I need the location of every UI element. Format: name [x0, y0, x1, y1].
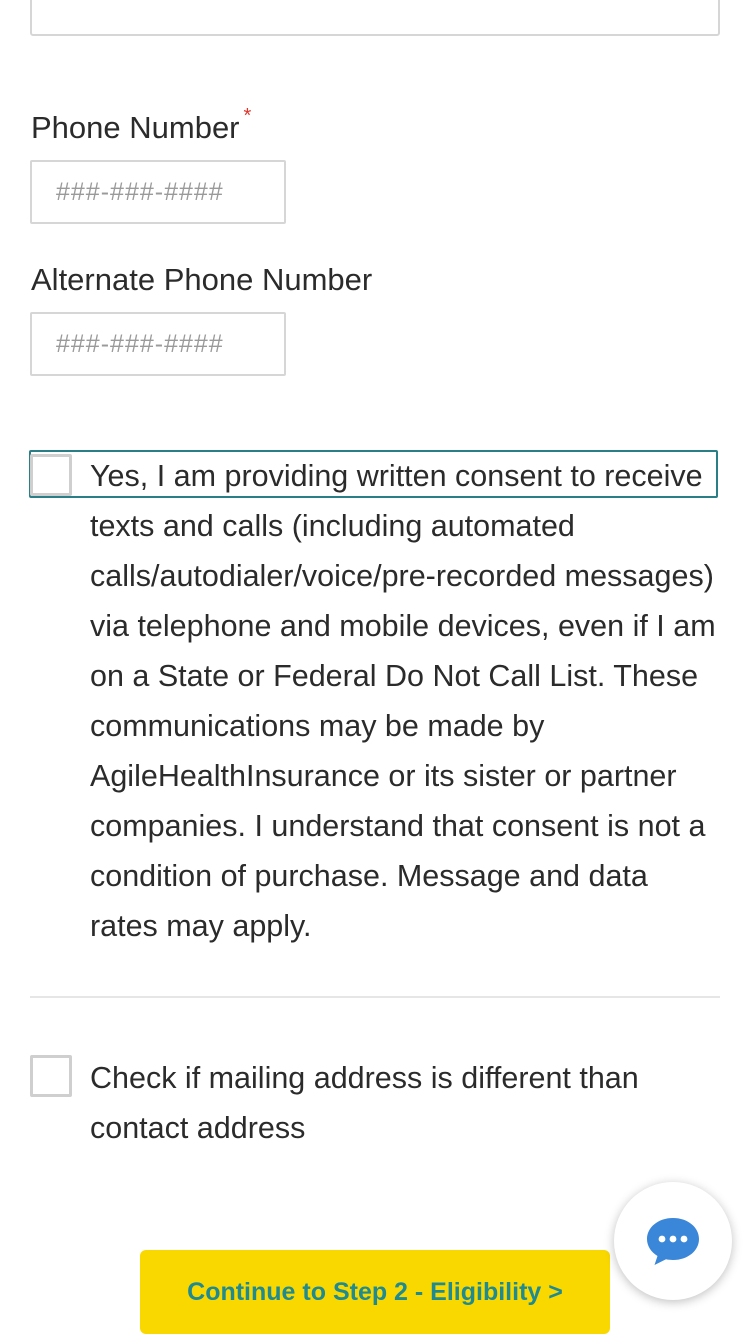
- mailing-address-label: Check if mailing address is different th…: [90, 1061, 639, 1145]
- previous-field-input[interactable]: [30, 0, 720, 36]
- mailing-address-checkbox[interactable]: [30, 1055, 72, 1097]
- consent-checkbox[interactable]: [30, 454, 72, 496]
- phone-number-label: Phone Number *: [31, 105, 252, 152]
- required-asterisk: *: [243, 105, 252, 127]
- phone-number-input[interactable]: [30, 160, 286, 224]
- phone-number-label-text: Phone Number: [31, 110, 240, 145]
- alternate-phone-input[interactable]: [30, 312, 286, 376]
- continue-button[interactable]: Continue to Step 2 - Eligibility >: [140, 1250, 610, 1334]
- section-divider: [30, 996, 720, 998]
- alternate-phone-label: Alternate Phone Number: [31, 262, 373, 297]
- consent-text: Yes, I am providing written consent to r…: [90, 459, 716, 943]
- contact-form-page: Phone Number* Alternate Phone Number Yes…: [0, 0, 750, 1334]
- chat-button[interactable]: [614, 1182, 732, 1300]
- chat-bubble-icon: [647, 1218, 699, 1265]
